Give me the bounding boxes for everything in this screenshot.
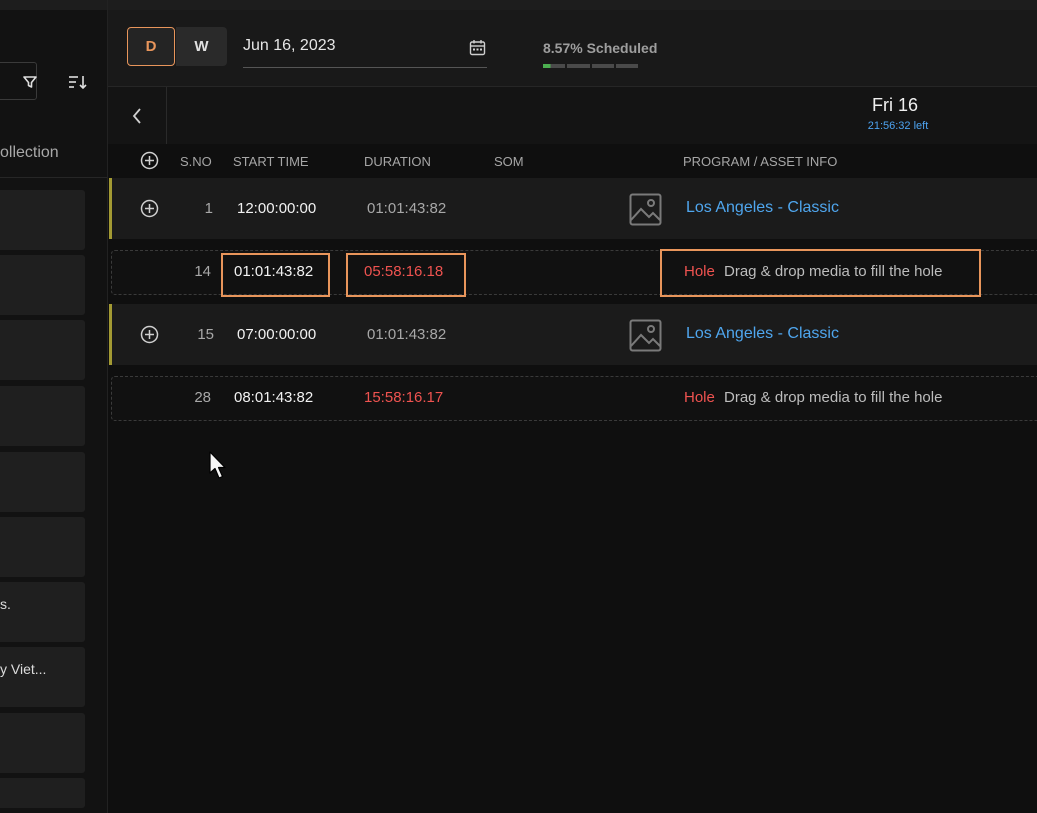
hole-drop-message: Drag & drop media to fill the hole [724, 389, 943, 406]
week-view-button[interactable]: W [176, 27, 227, 66]
chevron-left-icon [132, 107, 141, 124]
day-label: Fri 16 [871, 95, 918, 115]
image-placeholder-icon [629, 319, 662, 352]
progress-segment [543, 64, 566, 68]
asset-card[interactable] [0, 452, 85, 512]
add-circle-icon[interactable] [140, 325, 159, 344]
mouse-cursor-icon [209, 451, 226, 479]
collection-tab-label[interactable]: ollection [0, 144, 59, 162]
scheduled-progress-bar [543, 64, 638, 68]
row-duration: 01:01:43:82 [367, 326, 447, 343]
row-start-time: 12:00:00:00 [237, 200, 317, 217]
column-header-program: PROGRAM / ASSET INFO [683, 154, 838, 169]
asset-card-title: y Viet... [0, 661, 47, 677]
column-header-start-time: START TIME [233, 154, 309, 169]
add-circle-icon[interactable] [140, 151, 159, 170]
asset-card[interactable] [0, 713, 85, 773]
hole-drop-message: Drag & drop media to fill the hole [724, 263, 943, 280]
column-header-som: SOM [494, 154, 524, 169]
row-start-time: 01:01:43:82 [234, 263, 314, 280]
asset-card[interactable] [0, 517, 85, 577]
day-view-button[interactable]: D [127, 27, 175, 66]
asset-card[interactable]: y Viet... [0, 647, 85, 707]
asset-card[interactable] [0, 190, 85, 250]
asset-card[interactable] [0, 778, 85, 808]
sort-icon [69, 76, 87, 90]
row-sno: 28 [194, 389, 211, 406]
calendar-icon[interactable] [469, 39, 486, 56]
asset-card[interactable] [0, 386, 85, 446]
program-title-link[interactable]: Los Angeles - Classic [686, 199, 839, 217]
left-panel-top-strip [0, 0, 107, 10]
hole-label: Hole [684, 263, 715, 280]
progress-segment [591, 64, 614, 68]
date-value: Jun 16, 2023 [243, 37, 336, 54]
previous-day-button[interactable] [108, 87, 167, 144]
filter-icon [23, 76, 37, 88]
row-start-time: 08:01:43:82 [234, 389, 314, 406]
row-sno: 1 [204, 200, 213, 217]
header-top-strip [108, 0, 1037, 10]
progress-segment [567, 64, 590, 68]
image-placeholder-icon [629, 193, 662, 226]
row-start-time: 07:00:00:00 [237, 326, 317, 343]
scheduled-percentage: 8.57% Scheduled [543, 40, 658, 56]
add-circle-icon[interactable] [140, 199, 159, 218]
time-left-label: 21:56:32 left [867, 120, 929, 132]
asset-card[interactable] [0, 255, 85, 315]
row-duration: 15:58:16.17 [364, 389, 444, 406]
asset-panel: ollection s. y Viet... [0, 0, 108, 813]
program-title-link[interactable]: Los Angeles - Classic [686, 325, 839, 343]
progress-segment [615, 64, 638, 68]
row-duration: 01:01:43:82 [367, 200, 447, 217]
date-picker-field[interactable]: Jun 16, 2023 [243, 30, 487, 68]
asset-card[interactable]: s. [0, 582, 85, 642]
column-header-sno: S.NO [180, 154, 212, 169]
filter-button[interactable] [16, 66, 44, 98]
row-duration: 05:58:16.18 [364, 263, 444, 280]
sort-button[interactable] [66, 70, 90, 94]
asset-card[interactable] [0, 320, 85, 380]
left-panel-divider [0, 177, 107, 178]
hole-label: Hole [684, 389, 715, 406]
row-sno: 14 [194, 263, 211, 280]
column-header-duration: DURATION [364, 154, 431, 169]
asset-card-title: s. [0, 596, 11, 612]
row-sno: 15 [197, 326, 214, 343]
